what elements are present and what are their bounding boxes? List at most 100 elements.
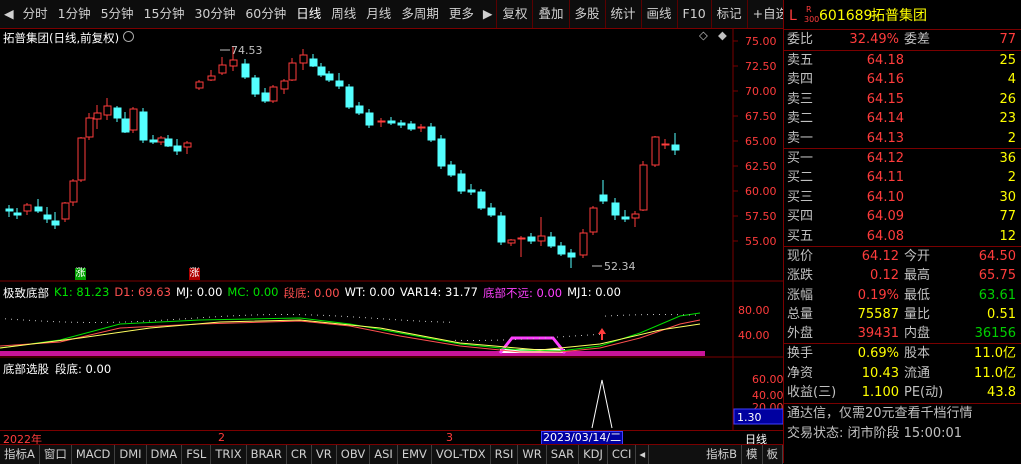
candle-body (23, 204, 32, 212)
ad-text[interactable]: 通达信，仅需20元查看千档行情 (787, 404, 973, 424)
indicator-tab[interactable]: CR (287, 445, 312, 464)
period-tab[interactable]: 月线 (361, 0, 396, 28)
kline-chart-area[interactable]: 75.00 72.50 70.00 67.50 65.00 62.50 60.00 57.50… (0, 28, 784, 430)
toolbar-nav-right[interactable]: ▶ (479, 0, 497, 28)
wt-value: WT: 0.00 (344, 285, 395, 299)
indicator-dot (563, 336, 564, 338)
candle-body (149, 139, 158, 143)
candle-body (13, 212, 22, 216)
indicator-dot (593, 334, 594, 336)
mj1-value: MJ1: 0.00 (567, 285, 621, 299)
tool-button[interactable]: 画线 (640, 0, 677, 28)
tool-button[interactable]: F10 (676, 0, 711, 28)
period-tab-active[interactable]: 日线 (291, 0, 326, 28)
stat-label: 最低 (904, 287, 931, 303)
indicator-tab[interactable]: BRAR (247, 445, 287, 464)
indicator-tab[interactable]: EMV (398, 445, 432, 464)
indicator-tab[interactable]: SAR (547, 445, 580, 464)
kline-chart-svg[interactable]: 75.00 72.50 70.00 67.50 65.00 62.50 60.00 57.50… (0, 28, 784, 430)
indicator-tab[interactable]: MACD (72, 445, 116, 464)
status-row: 交易状态: 闭市阶段 15:00:01 (784, 424, 1021, 444)
period-tab[interactable]: 5分钟 (96, 0, 139, 28)
indicator-tab[interactable]: FSL (182, 445, 212, 464)
candle-body (621, 216, 630, 220)
period-tab-more[interactable]: 更多 (444, 0, 479, 28)
price-axis-label: 55.00 (745, 235, 777, 248)
tab-scroll-icon[interactable]: ◂ (636, 445, 650, 464)
indicator-dot (77, 321, 78, 323)
indicator-dot (257, 314, 258, 316)
indicator2-name[interactable]: 底部选股 (3, 361, 49, 377)
indicator-tab[interactable]: WR (518, 445, 547, 464)
indicator-dot (311, 314, 312, 316)
template-tab[interactable]: 板 (763, 445, 783, 464)
indicator-dot (269, 314, 270, 316)
candle-body (280, 80, 289, 90)
stat-label: 总量 (787, 306, 814, 322)
price-axis-label: 57.50 (745, 210, 777, 223)
indicator-panel-2: 60.00 40.00 20.00 1.30 (591, 373, 784, 429)
period-tab[interactable]: 15分钟 (139, 0, 190, 28)
indicator-dot (545, 337, 546, 339)
indicator-dot (425, 320, 426, 322)
indicator-dot (53, 321, 54, 323)
period-tab[interactable]: 周线 (326, 0, 361, 28)
indicator-tab[interactable]: 窗口 (40, 445, 72, 464)
indicator-dot (431, 321, 432, 323)
indicator-dot (197, 317, 198, 319)
template-tab[interactable]: 模 (742, 445, 763, 464)
var14-value: VAR14: 31.77 (399, 285, 478, 299)
indicator-dot (47, 320, 48, 322)
ind1-axis-40: 40.00 (738, 329, 770, 342)
candle-body (317, 66, 326, 76)
toolbar-nav-left[interactable]: ◀ (0, 0, 18, 28)
diamond-icon[interactable]: ◇ (699, 28, 708, 42)
indicator-tab[interactable]: OBV (337, 445, 371, 464)
indicator-dot (437, 321, 438, 323)
period-tab[interactable]: 1分钟 (53, 0, 96, 28)
indicator-tab[interactable]: DMA (147, 445, 183, 464)
period-tab[interactable]: 分时 (18, 0, 53, 28)
candle-body (5, 208, 14, 212)
indicator-tab[interactable]: VR (312, 445, 337, 464)
tool-button[interactable]: 复权 (496, 0, 532, 28)
indicator-dot (383, 318, 384, 320)
indicator-dot (443, 321, 444, 323)
indicator-dot (35, 320, 36, 322)
tool-button[interactable]: 标记 (710, 0, 747, 28)
ask-volume: 4 (1007, 72, 1016, 88)
chart-title-dropdown-icon[interactable] (123, 31, 134, 42)
period-tab[interactable]: 60分钟 (240, 0, 291, 28)
bid-row: 买二 64.11 2 (784, 168, 1021, 188)
ind1-axis-80: 80.00 (738, 304, 770, 317)
tool-button[interactable]: 统计 (604, 0, 641, 28)
indicator-dot (173, 319, 174, 321)
settings-diamond-icon[interactable]: ◆ (718, 28, 727, 42)
period-tab[interactable]: 30分钟 (189, 0, 240, 28)
indicator-dot (533, 338, 534, 340)
indicator-dot (299, 314, 300, 316)
indicator-tab[interactable]: RSI (491, 445, 519, 464)
indicator-dot (617, 314, 618, 316)
indicator-tab[interactable]: 指标A (0, 445, 40, 464)
duandi-value: 段底: 0.00 (283, 286, 340, 300)
indicator-tab[interactable]: CCI (608, 445, 637, 464)
indicator-tab[interactable]: TRIX (211, 445, 247, 464)
ad-row[interactable]: 通达信，仅需20元查看千档行情 (784, 404, 1021, 424)
mode-indicator[interactable]: L (789, 6, 797, 26)
candle-body (387, 120, 396, 124)
tool-button[interactable]: 叠加 (532, 0, 568, 28)
indicator-dot (671, 314, 672, 316)
candle-body (437, 138, 446, 167)
indicator1-name[interactable]: 极致底部 (3, 285, 49, 301)
indicator-b-tab[interactable]: 指标B (702, 445, 742, 464)
indicator-tab[interactable]: VOL-TDX (432, 445, 491, 464)
indicator-tab[interactable]: ASI (370, 445, 398, 464)
price-axis-label: 75.00 (745, 35, 777, 48)
period-tab[interactable]: 多周期 (396, 0, 444, 28)
indicator-tab[interactable]: KDJ (579, 445, 608, 464)
tool-button[interactable]: 多股 (568, 0, 605, 28)
ask-volume: 23 (999, 111, 1016, 127)
indicator-tab[interactable]: DMI (115, 445, 147, 464)
indicator-dot (683, 314, 684, 316)
